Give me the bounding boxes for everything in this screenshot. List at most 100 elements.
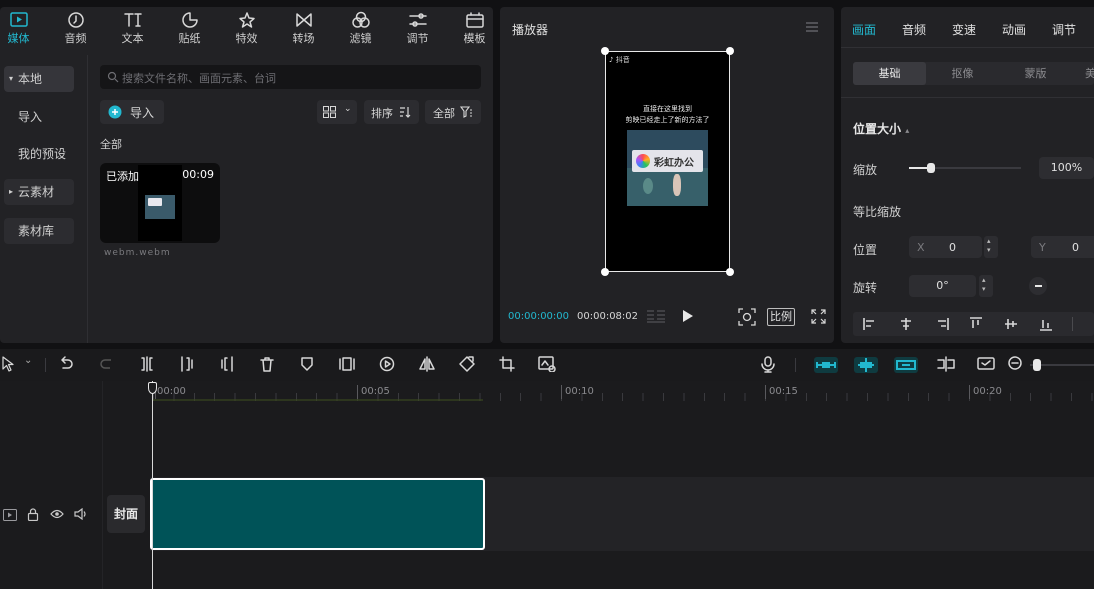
smart-crop-icon[interactable] [538,356,556,372]
tab-template[interactable]: 模板 [446,7,493,49]
split-left-icon[interactable] [179,356,195,372]
resize-handle[interactable] [601,268,609,276]
tab-media[interactable]: 媒体 [0,7,47,49]
tab-adjust-props[interactable]: 调节 [1052,21,1076,38]
align-top-icon[interactable] [969,317,983,331]
lock-icon[interactable] [27,508,39,521]
filter-button[interactable]: 全部 [425,100,481,124]
position-x-stepper[interactable]: ▴ ▾ [984,236,998,258]
tab-effects[interactable]: 特效 [218,7,275,49]
timeline: 00:00 00:05 00:10 00:15 00:20 封面 [0,381,1094,589]
crop-icon[interactable] [499,356,515,372]
resize-handle[interactable] [726,268,734,276]
linkage-toggle[interactable] [894,357,918,373]
cover-button[interactable]: 封面 [107,495,145,533]
tab-audio-props[interactable]: 音频 [902,21,926,38]
tab-speed[interactable]: 变速 [952,21,976,38]
mirror-icon[interactable] [419,356,435,372]
rotation-field[interactable]: 0° [909,275,976,297]
subtab-beauty[interactable]: 美 [1085,62,1094,85]
import-button[interactable]: 导入 [100,100,164,124]
cursor-icon[interactable] [2,356,16,372]
video-preview[interactable]: ♪ 抖音 直接在这里找到 剪映已经走上了新的方法了 彩虹办公 [605,51,730,272]
zoom-out-icon[interactable] [1008,356,1022,370]
time-ruler[interactable]: 00:00 00:05 00:10 00:15 00:20 [153,381,1094,401]
position-x-field[interactable]: X 0 [909,236,982,258]
subtab-mask[interactable]: 蒙版 [999,62,1072,85]
media-clip-card[interactable]: 已添加 00:09 [100,163,220,243]
uniform-scale-label: 等比缩放 [853,205,902,219]
reverse-play-icon[interactable] [379,356,395,372]
search-input[interactable]: 搜索文件名称、画面元素、台词 [100,65,481,89]
media-panel: 媒体 音频 文本 贴纸 特效 转场 滤镜 调节 模板 ▾ 本地 导入 我的预设 [0,7,493,343]
sidebar-item-my-presets[interactable]: 我的预设 [4,141,74,167]
clip-filename: webm.webm [104,248,171,258]
section-label: 全部 [100,138,122,151]
redo-icon[interactable] [99,356,115,372]
position-y-field[interactable]: Y 0 [1031,236,1094,258]
resize-handle[interactable] [601,47,609,55]
sort-button[interactable]: 排序 [364,100,419,124]
rotate-icon[interactable] [459,356,475,372]
zoom-slider[interactable] [1030,359,1094,371]
speaker-icon[interactable] [74,508,88,520]
delete-icon[interactable] [259,356,275,372]
waveform-icon[interactable] [646,309,666,323]
sidebar-item-import[interactable]: 导入 [4,104,74,130]
microphone-icon[interactable] [761,356,775,373]
tab-text[interactable]: 文本 [104,7,161,49]
rotation-stepper[interactable]: ▴ ▾ [979,275,993,297]
playhead[interactable] [152,381,153,589]
scale-slider[interactable] [909,163,1021,173]
resize-handle[interactable] [726,47,734,55]
timeline-video-clip[interactable] [150,478,485,550]
tab-filter[interactable]: 滤镜 [332,7,389,49]
sidebar-item-cloud[interactable]: ▸ 云素材 [4,179,74,205]
preview-axis-toggle[interactable] [854,357,878,373]
align-left-icon[interactable] [863,317,877,331]
ratio-button[interactable]: 比例 [767,308,795,326]
align-center-v-icon[interactable] [1004,317,1018,331]
sidebar-item-local[interactable]: ▾ 本地 [4,66,74,92]
tab-sticker[interactable]: 贴纸 [161,7,218,49]
stepper-arrows-icon: ▴ ▾ [987,237,991,254]
chevron-down-icon[interactable]: ⌄ [24,355,32,366]
tab-picture[interactable]: 画面 [852,21,876,38]
player-title: 播放器 [512,23,549,37]
fullscreen-icon[interactable] [811,309,826,324]
subtab-basic[interactable]: 基础 [853,62,926,85]
freeze-frame-icon[interactable] [339,356,355,372]
split-icon[interactable] [139,356,155,372]
scale-slider-handle[interactable] [927,163,936,173]
view-mode-button[interactable]: ⌄ [317,100,357,124]
tab-animation[interactable]: 动画 [1002,21,1026,38]
align-bottom-icon[interactable] [1039,317,1053,331]
scale-value-field[interactable]: 100% [1039,157,1094,179]
tab-adjust[interactable]: 调节 [389,7,446,49]
play-icon[interactable] [682,309,694,323]
caret-right-icon: ▸ [9,187,14,196]
menu-icon[interactable] [806,22,818,32]
tab-transition[interactable]: 转场 [275,7,332,49]
split-view-icon[interactable] [936,356,956,372]
align-toolbar [853,312,1094,336]
tab-audio[interactable]: 音频 [47,7,104,49]
fit-screen-icon[interactable] [738,308,756,326]
align-center-h-icon[interactable] [899,317,913,331]
shield-icon[interactable] [299,356,315,372]
subtab-keying[interactable]: 抠像 [926,62,999,85]
linkage-icon [896,360,916,370]
split-right-icon[interactable] [219,356,235,372]
stepper-arrows-icon: ▴ ▾ [982,276,986,293]
eye-icon[interactable] [50,509,64,519]
caret-up-icon: ▴ [905,126,910,135]
brand-logo-icon [636,154,650,168]
rotation-dial[interactable] [1029,277,1047,295]
undo-icon[interactable] [58,356,74,372]
zoom-slider-handle[interactable] [1033,359,1041,371]
sidebar-item-library[interactable]: 素材库 [4,218,74,244]
align-right-icon[interactable] [935,317,949,331]
magnet-snap-toggle[interactable] [814,357,838,373]
playhead-handle[interactable] [148,382,157,394]
preview-thumbnail-icon[interactable] [977,356,995,372]
